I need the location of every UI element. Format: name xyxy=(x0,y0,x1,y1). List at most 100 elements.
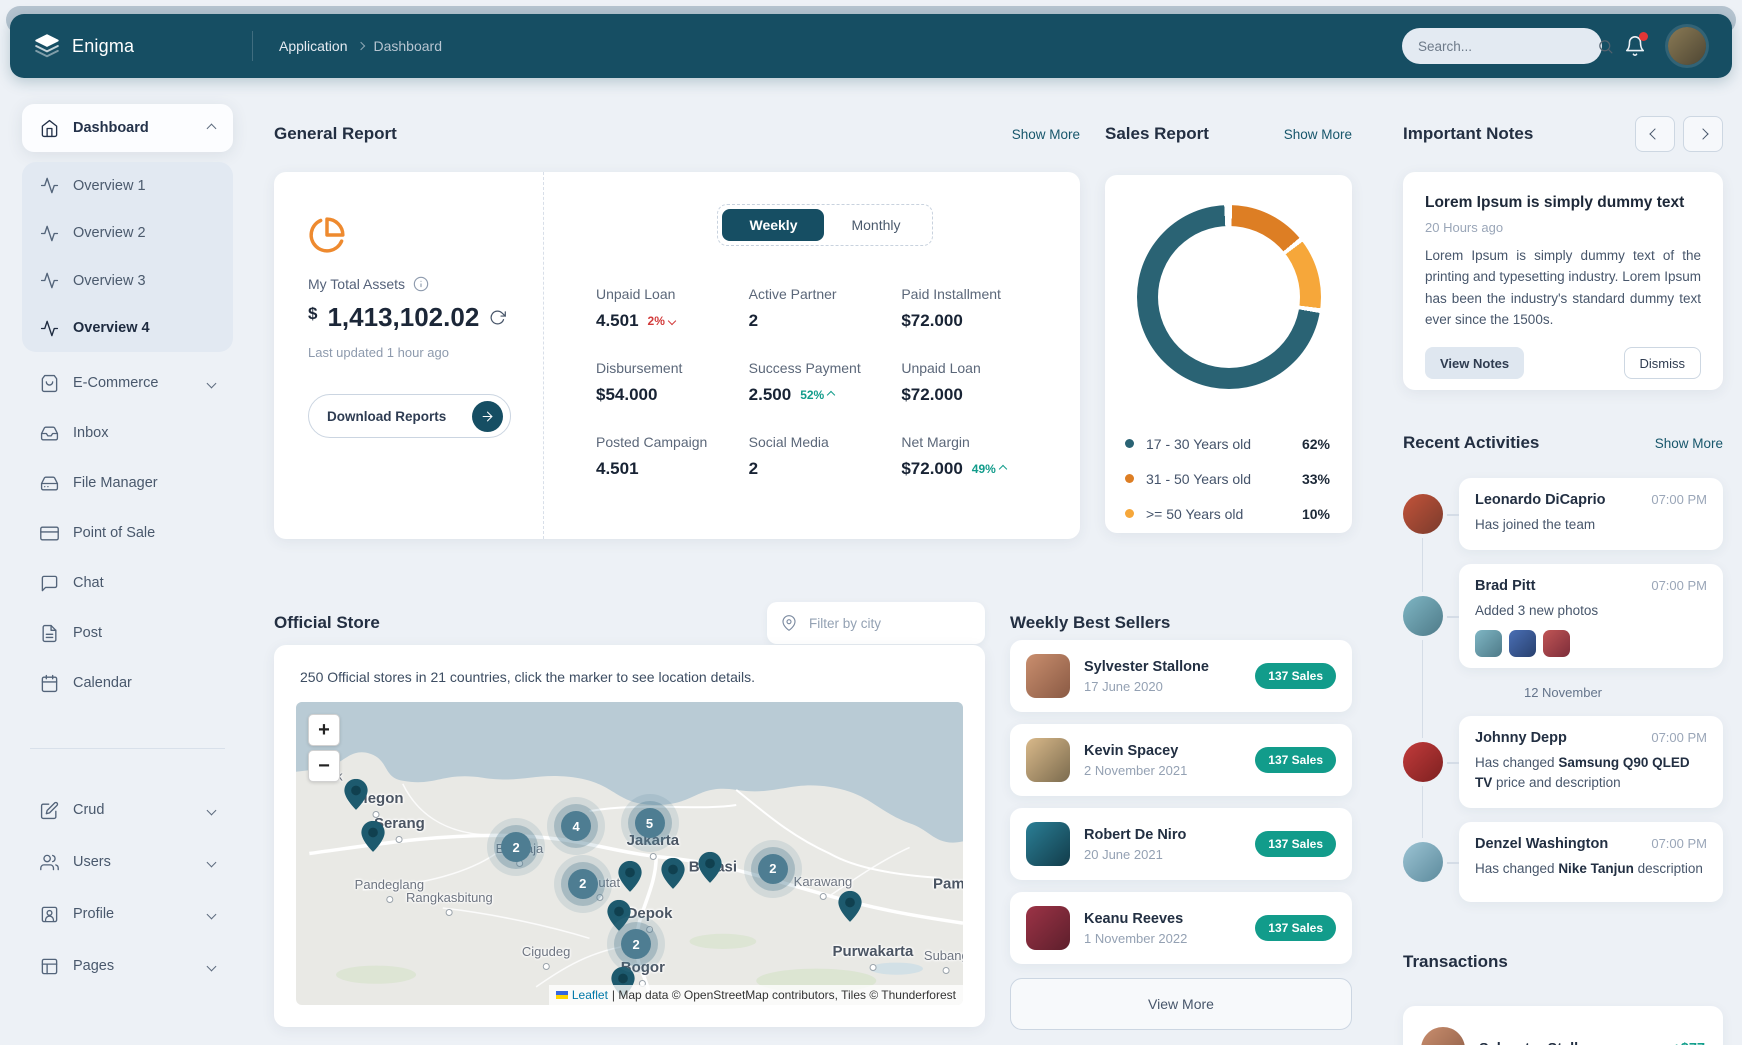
download-reports-button[interactable]: Download Reports xyxy=(308,394,511,438)
recent-activities-show-more-link[interactable]: Show More xyxy=(1655,436,1723,451)
sidebar-item-label: Overview 3 xyxy=(73,273,146,289)
sidebar-item-profile[interactable]: Profile xyxy=(22,890,233,938)
sidebar-item-dashboard[interactable]: Dashboard xyxy=(22,104,233,152)
sidebar-item-file-manager[interactable]: File Manager xyxy=(22,459,233,507)
activity-item[interactable]: Leonardo DiCaprio 07:00 PM Has joined th… xyxy=(1403,478,1723,550)
map-pin-marker[interactable] xyxy=(661,858,685,889)
activity-icon xyxy=(40,224,59,243)
map-zoom-in-button[interactable]: + xyxy=(308,714,340,746)
sidebar-item-crud[interactable]: Crud xyxy=(22,786,233,834)
map-cluster-marker[interactable]: 5 xyxy=(635,808,665,838)
arrow-right-icon xyxy=(472,401,503,432)
chevron-down-icon xyxy=(207,805,217,815)
notes-next-button[interactable] xyxy=(1683,116,1723,152)
activity-item[interactable]: Denzel Washington 07:00 PM Has changed N… xyxy=(1403,822,1723,902)
notifications-button[interactable] xyxy=(1624,35,1646,57)
notes-prev-button[interactable] xyxy=(1635,116,1675,152)
sidebar-item-users[interactable]: Users xyxy=(22,838,233,886)
photo-thumbnail[interactable] xyxy=(1475,630,1502,657)
sidebar-item-overview-2[interactable]: Overview 2 xyxy=(22,210,233,258)
map-pin-marker[interactable] xyxy=(344,779,368,810)
leaflet-link[interactable]: Leaflet xyxy=(572,988,608,1002)
toggle-monthly[interactable]: Monthly xyxy=(824,209,927,241)
user-avatar[interactable] xyxy=(1668,27,1706,65)
activity-icon xyxy=(40,319,59,338)
sidebar-item-overview-1[interactable]: Overview 1 xyxy=(22,162,233,210)
brand[interactable]: Enigma xyxy=(10,33,252,59)
toggle-weekly[interactable]: Weekly xyxy=(722,209,824,241)
search-icon[interactable] xyxy=(1597,38,1614,55)
section-title: Recent Activities xyxy=(1403,433,1539,453)
city-label: Rangkasbitung xyxy=(406,890,493,916)
map-pin-marker[interactable] xyxy=(607,900,631,931)
activity-item[interactable]: Brad Pitt 07:00 PM Added 3 new photos xyxy=(1403,564,1723,668)
activity-item[interactable]: Johnny Depp 07:00 PM Has changed Samsung… xyxy=(1403,716,1723,808)
sidebar-item-ecommerce[interactable]: E-Commerce xyxy=(22,359,233,407)
map-pin-icon xyxy=(781,615,797,631)
photo-thumbnail[interactable] xyxy=(1543,630,1570,657)
home-icon xyxy=(40,119,59,138)
stat-value: 4.501 xyxy=(596,459,639,479)
refresh-icon[interactable] xyxy=(489,309,506,326)
seller-card[interactable]: Sylvester Stallone 17 June 2020 137 Sale… xyxy=(1010,640,1352,712)
sales-badge: 137 Sales xyxy=(1255,747,1336,773)
city-label: Subang xyxy=(924,948,963,974)
breadcrumb-application[interactable]: Application xyxy=(279,38,348,54)
sidebar-divider xyxy=(30,748,225,749)
map-attribution: Leaflet | Map data © OpenStreetMap contr… xyxy=(549,985,963,1005)
credit-card-icon xyxy=(40,524,59,543)
activity-name: Denzel Washington xyxy=(1475,836,1608,852)
activity-name: Brad Pitt xyxy=(1475,578,1535,594)
sidebar-item-label: Overview 2 xyxy=(73,225,146,241)
map-pin-marker[interactable] xyxy=(618,861,642,892)
important-notes-header: Important Notes xyxy=(1403,116,1723,152)
chevron-up-icon xyxy=(207,123,217,133)
photo-thumbnail[interactable] xyxy=(1509,630,1536,657)
search-input[interactable] xyxy=(1416,38,1597,55)
transaction-item[interactable]: Sylvester Stallone +$77 xyxy=(1403,1006,1723,1045)
seller-card[interactable]: Keanu Reeves 1 November 2022 137 Sales xyxy=(1010,892,1352,964)
sidebar-item-overview-3[interactable]: Overview 3 xyxy=(22,257,233,305)
sidebar-item-point-of-sale[interactable]: Point of Sale xyxy=(22,509,233,557)
map-pin-marker[interactable] xyxy=(838,891,862,922)
map-pin-marker[interactable] xyxy=(698,852,722,883)
general-report-header: General Report Show More xyxy=(274,124,1080,144)
seller-card[interactable]: Robert De Niro 20 June 2021 137 Sales xyxy=(1010,808,1352,880)
stat-label: Unpaid Loan xyxy=(596,286,749,302)
filter-by-city-input[interactable] xyxy=(807,615,988,632)
stat-delta-down: 2% xyxy=(648,314,675,328)
dismiss-button[interactable]: Dismiss xyxy=(1624,347,1702,379)
activity-time: 07:00 PM xyxy=(1651,836,1707,851)
map-pin-marker[interactable] xyxy=(361,821,385,852)
chevron-down-icon xyxy=(207,961,217,971)
sidebar-item-chat[interactable]: Chat xyxy=(22,559,233,607)
search-box[interactable] xyxy=(1402,28,1602,64)
view-notes-button[interactable]: View Notes xyxy=(1425,347,1524,379)
stat-label: Success Payment xyxy=(749,360,902,376)
map-zoom-out-button[interactable]: − xyxy=(308,750,340,782)
sidebar-item-inbox[interactable]: Inbox xyxy=(22,409,233,457)
sidebar-item-overview-4[interactable]: Overview 4 xyxy=(22,305,233,353)
note-title[interactable]: Lorem Ipsum is simply dummy text xyxy=(1425,194,1701,212)
sidebar-item-post[interactable]: Post xyxy=(22,609,233,657)
general-report-card: My Total Assets $1,413,102.02 Last updat… xyxy=(274,172,1080,539)
sidebar-item-calendar[interactable]: Calendar xyxy=(22,659,233,707)
seller-card[interactable]: Kevin Spacey 2 November 2021 137 Sales xyxy=(1010,724,1352,796)
info-icon[interactable] xyxy=(413,276,429,292)
file-text-icon xyxy=(40,624,59,643)
view-more-button[interactable]: View More xyxy=(1010,978,1352,1030)
map-cluster-marker[interactable]: 2 xyxy=(758,854,788,884)
stat-active-partner: Active Partner 2 xyxy=(749,286,902,331)
map-cluster-marker[interactable]: 2 xyxy=(568,869,598,899)
sidebar-item-pages[interactable]: Pages xyxy=(22,942,233,990)
seller-date: 17 June 2020 xyxy=(1084,679,1209,694)
section-title: Transactions xyxy=(1403,952,1508,972)
stat-label: Social Media xyxy=(749,434,902,450)
breadcrumb-dashboard[interactable]: Dashboard xyxy=(374,38,443,54)
city-label: Pama xyxy=(933,875,963,892)
store-map[interactable]: + − Serang Cilegon Jakarta Bekasi Depok … xyxy=(296,702,963,1005)
chevron-down-icon xyxy=(668,317,676,325)
pie-chart-icon xyxy=(308,216,513,254)
filter-by-city-box[interactable] xyxy=(767,602,985,644)
seller-date: 20 June 2021 xyxy=(1084,847,1186,862)
